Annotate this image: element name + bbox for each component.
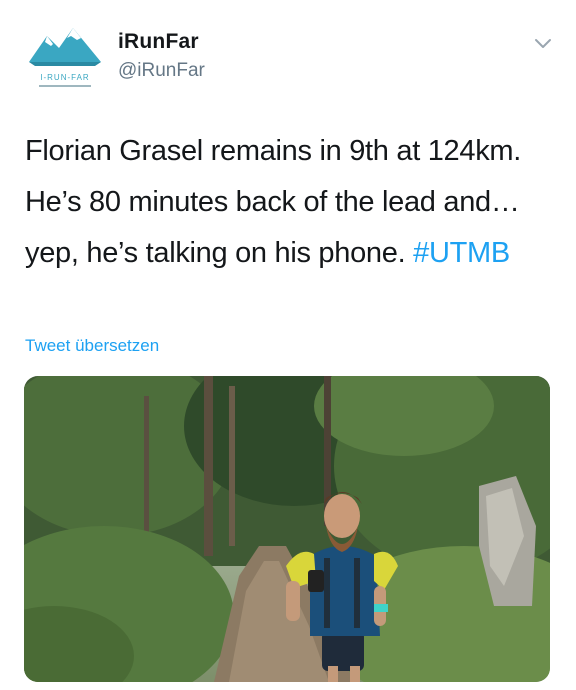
- logo-text: I-RUN-FAR: [40, 73, 89, 82]
- tweet-card: I-RUN-FAR iRunFar @iRunFar Florian Grase…: [0, 0, 576, 690]
- runner-head: [324, 494, 360, 538]
- translate-tweet-link[interactable]: Tweet übersetzen: [25, 336, 159, 356]
- tweet-photo[interactable]: [24, 376, 550, 682]
- avatar[interactable]: I-RUN-FAR: [25, 22, 105, 94]
- hashtag-link[interactable]: #UTMB: [413, 237, 510, 269]
- runner-shorts: [322, 631, 364, 671]
- user-handle[interactable]: @iRunFar: [118, 60, 205, 82]
- tweet-text: Florian Grasel remains in 9th at 124km. …: [25, 126, 555, 279]
- irunfar-logo: I-RUN-FAR: [29, 28, 101, 87]
- display-name[interactable]: iRunFar: [118, 30, 199, 54]
- logo-tagline: [39, 85, 91, 87]
- chevron-down-icon[interactable]: [532, 32, 554, 54]
